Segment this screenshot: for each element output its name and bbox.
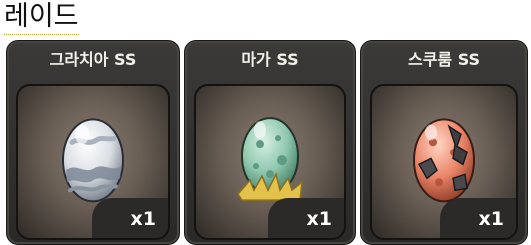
red-cracked-egg-icon xyxy=(413,118,475,203)
quantity-badge: x1 xyxy=(440,198,516,238)
egg-slot: x1 xyxy=(16,84,170,240)
green-spotted-egg-on-straw-icon xyxy=(237,117,303,201)
egg-card-2[interactable]: 마가 SS x1 xyxy=(184,40,356,245)
egg-name: 스쿠룸 SS xyxy=(407,50,481,69)
egg-name: 그라치아 SS xyxy=(49,50,137,69)
egg-card-3[interactable]: 스쿠룸 SS x1 xyxy=(360,40,528,245)
quantity-label: x1 xyxy=(130,208,156,230)
quantity-label: x1 xyxy=(478,208,504,230)
quantity-label: x1 xyxy=(306,208,332,230)
egg-card-1[interactable]: 그라치아 SS x1 xyxy=(6,40,180,245)
egg-name: 마가 SS xyxy=(241,50,299,69)
egg-slot: x1 xyxy=(370,84,518,240)
quantity-badge: x1 xyxy=(268,198,344,238)
page-title: 레이드 xyxy=(4,0,79,35)
egg-slot: x1 xyxy=(194,84,346,240)
white-blue-egg-icon xyxy=(62,118,124,203)
quantity-badge: x1 xyxy=(92,198,168,238)
